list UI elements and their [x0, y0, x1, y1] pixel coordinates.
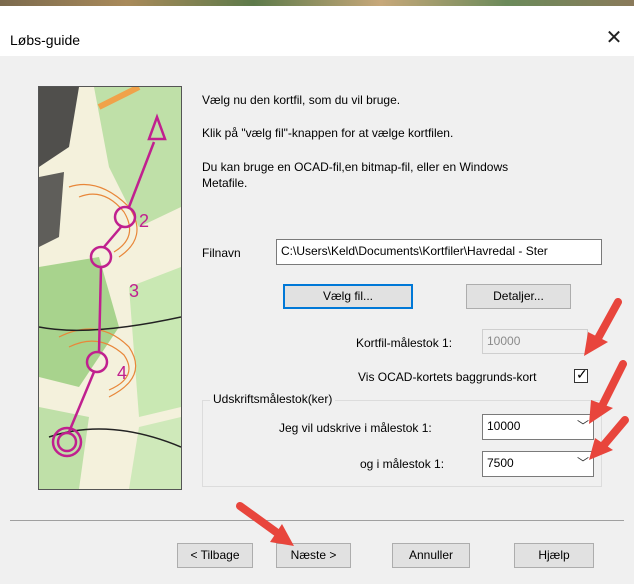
intro-text-1: Vælg nu den kortfil, som du vil bruge.	[202, 93, 401, 107]
print-scale-1-value: 10000	[487, 419, 521, 433]
intro-text-3a: Du kan bruge en OCAD-fil,en bitmap-fil, …	[202, 160, 509, 174]
intro-text-2: Klik på "vælg fil"-knappen for at vælge …	[202, 126, 454, 140]
footer-divider	[10, 520, 624, 521]
print-scale-group-label: Udskriftsmålestok(ker)	[210, 392, 336, 406]
print-scale-2-select[interactable]: 7500 ﹀	[482, 451, 594, 477]
map-scale-input: 10000	[482, 329, 588, 354]
print-scale-1-label: Jeg vil udskrive i målestok 1:	[279, 421, 432, 435]
filename-input[interactable]: C:\Users\Keld\Documents\Kortfiler\Havred…	[276, 239, 602, 265]
intro-text-3b: Metafile.	[202, 176, 248, 190]
window-title: Løbs-guide	[10, 32, 81, 48]
annotation-arrow-icon	[236, 502, 294, 546]
annotation-arrow-icon	[589, 416, 629, 460]
print-scale-1-select[interactable]: 10000 ﹀	[482, 414, 594, 440]
close-icon[interactable]: ✕	[602, 26, 626, 50]
print-scale-2-value: 7500	[487, 456, 514, 470]
svg-text:2: 2	[139, 211, 149, 231]
cancel-button[interactable]: Annuller	[392, 543, 470, 568]
background-map-label: Vis OCAD-kortets baggrunds-kort	[358, 370, 537, 384]
title-bar: Løbs-guide ✕	[0, 6, 634, 56]
details-button[interactable]: Detaljer...	[466, 284, 571, 309]
print-scale-2-label: og i målestok 1:	[360, 457, 445, 471]
choose-file-button[interactable]: Vælg fil...	[283, 284, 413, 309]
svg-text:3: 3	[129, 281, 139, 301]
map-illustration: 2 3 4	[39, 87, 181, 489]
map-scale-label: Kortfil-målestok 1:	[356, 336, 453, 350]
help-button[interactable]: Hjælp	[514, 543, 594, 568]
svg-text:4: 4	[117, 363, 127, 383]
annotation-arrow-icon	[584, 298, 622, 356]
orienteering-map-image: 2 3 4	[38, 86, 182, 490]
filename-label: Filnavn	[202, 246, 241, 260]
